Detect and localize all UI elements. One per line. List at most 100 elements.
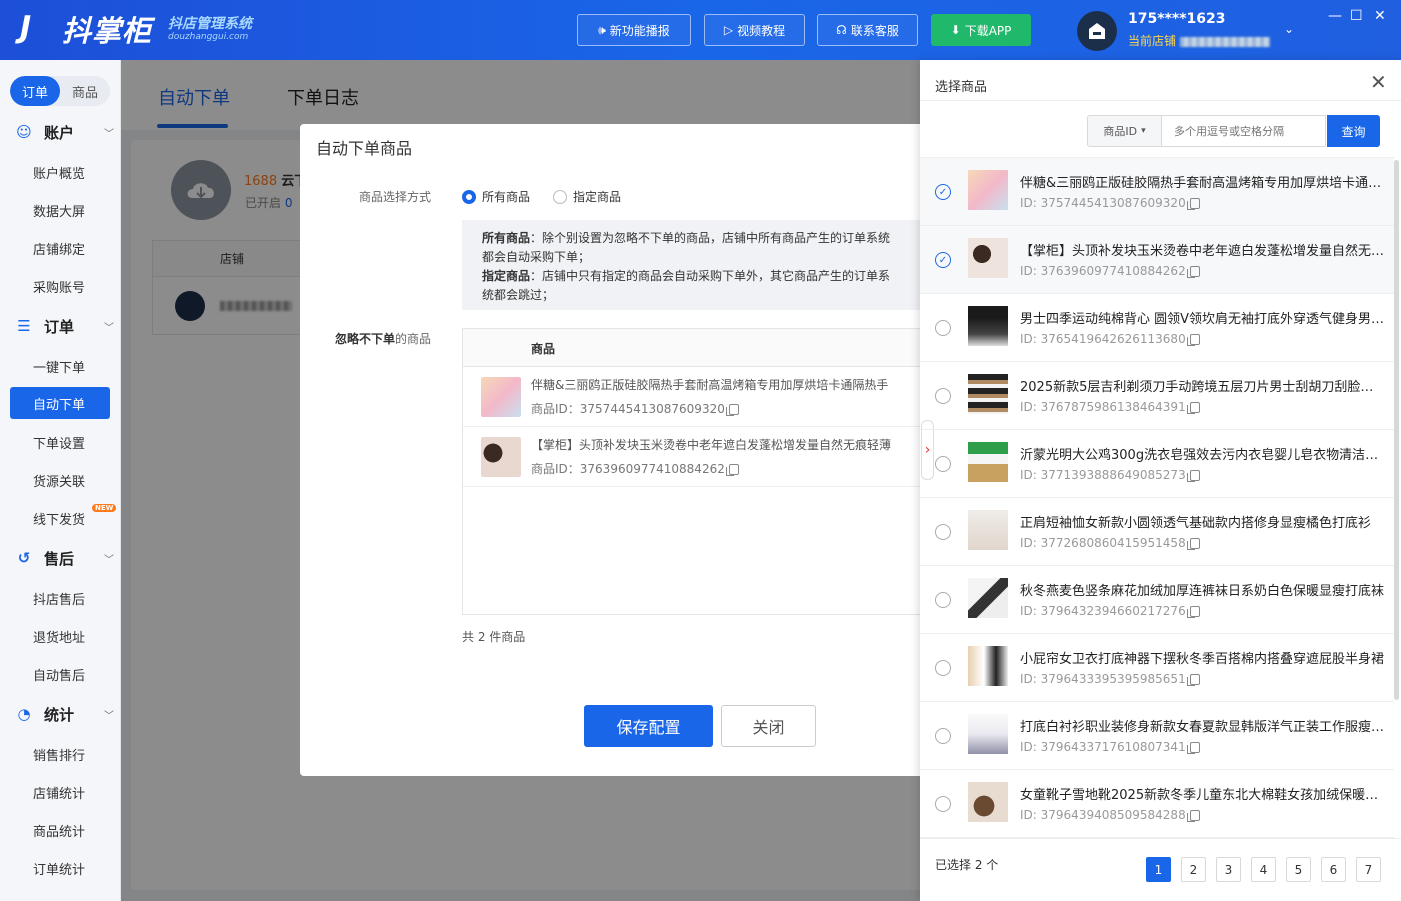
search-field-select[interactable]: 商品ID ▾ (1087, 115, 1162, 147)
copy-icon[interactable] (1186, 674, 1200, 686)
sidebar-item-return-address[interactable]: 退货地址 (10, 620, 110, 652)
ignore-label: 忽略不下单的商品 (334, 332, 431, 346)
copy-icon[interactable] (1186, 334, 1200, 346)
sidebar-item-account-overview[interactable]: 账户概览 (10, 156, 110, 188)
copy-icon[interactable] (1186, 742, 1200, 754)
sidebar-item-order-stats[interactable]: 订单统计 (10, 852, 110, 884)
sidebar-segment: 订单 商品 (10, 76, 110, 106)
product-id: ID: 3765419642626113680 (1020, 332, 1200, 346)
chevron-down-icon: ﹀ (104, 322, 114, 334)
product-name: 伴糖&三丽鸥正版硅胶隔热手套耐高温烤箱专用加厚烘培卡通隔热手 (1020, 176, 1386, 191)
copy-icon[interactable] (1186, 402, 1200, 414)
sidebar-item-auto-order[interactable]: 自动下单 (10, 387, 110, 419)
page-button[interactable]: 5 (1286, 857, 1311, 882)
sidebar-item-source-link[interactable]: 货源关联 (10, 464, 110, 496)
product-thumbnail (481, 377, 521, 417)
copy-icon[interactable] (725, 464, 739, 476)
close-icon[interactable]: ✕ (1370, 70, 1387, 94)
checkbox-unchecked-icon[interactable] (935, 592, 951, 608)
search-input[interactable] (1162, 115, 1326, 147)
maximize-icon[interactable]: ☐ (1350, 8, 1363, 24)
page-button[interactable]: 3 (1216, 857, 1241, 882)
checkbox-checked-icon[interactable]: ✓ (935, 252, 951, 268)
segment-products[interactable]: 商品 (60, 76, 110, 106)
sidebar-item-shop-after-sales[interactable]: 抖店售后 (10, 582, 110, 614)
product-list-item[interactable]: 小屁帘女卫衣打底神器下摆秋冬季百搭棉内搭叠穿遮屁股半身裙 ID: 37964333… (920, 634, 1394, 702)
user-avatar[interactable] (1077, 11, 1117, 51)
checkbox-unchecked-icon[interactable] (935, 796, 951, 812)
sidebar-group-orders[interactable]: ☰ 订单 ﹀ (14, 314, 114, 338)
product-id: ID: 3763960977410884262 (1020, 264, 1200, 278)
checkbox-unchecked-icon[interactable] (935, 320, 951, 336)
download-app-button[interactable]: ⬇ 下载APP (931, 14, 1031, 46)
product-thumbnail (968, 510, 1008, 550)
close-window-icon[interactable]: ✕ (1374, 8, 1386, 24)
product-list-item[interactable]: ✓ 伴糖&三丽鸥正版硅胶隔热手套耐高温烤箱专用加厚烘培卡通隔热手 ID: 37574… (920, 158, 1394, 226)
scrollbar[interactable] (1394, 160, 1399, 700)
copy-icon[interactable] (725, 404, 739, 416)
checkbox-unchecked-icon[interactable] (935, 524, 951, 540)
sidebar-group-stats[interactable]: ◔ 统计 ﹀ (14, 702, 114, 726)
store-icon (1089, 23, 1105, 39)
sidebar-item-offline-ship[interactable]: 线下发货 NEW (10, 502, 117, 534)
page-button[interactable]: 7 (1356, 857, 1381, 882)
sidebar-group-after-sales[interactable]: ↺ 售后 ﹀ (14, 546, 114, 570)
copy-icon[interactable] (1186, 198, 1200, 210)
current-shop[interactable]: 当前店铺 (1128, 32, 1271, 49)
sidebar-item-auto-after-sales[interactable]: 自动售后 (10, 658, 110, 690)
page-button[interactable]: 1 (1146, 857, 1171, 882)
sidebar-group-account[interactable]: ☺ 账户 ﹀ (14, 120, 114, 144)
radio-unchecked-icon (553, 189, 567, 204)
sidebar-item-one-click-order[interactable]: 一键下单 (10, 350, 110, 382)
product-list-item[interactable]: ✓ 【掌柜】头顶补发块玉米烫卷中老年遮白发蓬松增发量自然无痕轻薄 ID: 37639… (920, 226, 1394, 294)
sidebar-item-order-settings[interactable]: 下单设置 (10, 426, 110, 458)
product-name: 正肩短袖恤女新款小圆领透气基础款内搭修身显瘦橘色打底衫 (1020, 516, 1372, 531)
sidebar-item-product-stats[interactable]: 商品统计 (10, 814, 110, 846)
sidebar-item-purchase-account[interactable]: 采购账号 (10, 270, 110, 302)
chevron-down-icon: ﹀ (104, 710, 114, 722)
sidebar-item-sales-rank[interactable]: 销售排行 (10, 738, 110, 770)
copy-icon[interactable] (1186, 810, 1200, 822)
close-dialog-button[interactable]: 关闭 (721, 705, 816, 747)
sidebar-item-shop-stats[interactable]: 店铺统计 (10, 776, 110, 808)
return-icon: ↺ (17, 549, 31, 567)
product-list-item[interactable]: 正肩短袖恤女新款小圆领透气基础款内搭修身显瘦橘色打底衫 ID: 377268086… (920, 498, 1394, 566)
copy-icon[interactable] (1186, 470, 1200, 482)
sidebar-item-data-screen[interactable]: 数据大屏 (10, 194, 110, 226)
product-list-item[interactable]: 沂蒙光明大公鸡300g洗衣皂强效去污内衣皂婴儿皂衣物清洁不伤手 ID: 37713… (920, 430, 1394, 498)
checkbox-unchecked-icon[interactable] (935, 660, 951, 676)
minimize-icon[interactable]: — (1328, 8, 1342, 24)
mode-option-specified[interactable]: 指定商品 (553, 188, 621, 205)
product-name: 小屁帘女卫衣打底神器下摆秋冬季百搭棉内搭叠穿遮屁股半身裙 (1020, 652, 1385, 667)
checkbox-unchecked-icon[interactable] (935, 388, 951, 404)
page-button[interactable]: 6 (1321, 857, 1346, 882)
chevron-down-icon: ▾ (1141, 126, 1146, 136)
page-button[interactable]: 4 (1251, 857, 1276, 882)
product-list-item[interactable]: 打底白衬衫职业装修身新款女春夏款显韩版洋气正装工作服瘦长袖 ID: 3796433… (920, 702, 1394, 770)
page-button[interactable]: 2 (1181, 857, 1206, 882)
product-list-item[interactable]: 秋冬燕麦色竖条麻花加绒加厚连裤袜日系奶白色保暖显瘦打底袜 ID: 37964323… (920, 566, 1394, 634)
save-config-button[interactable]: 保存配置 (584, 705, 713, 747)
drawer-title: 选择商品 (935, 80, 988, 95)
new-features-button[interactable]: 🕪 新功能播报 (577, 14, 691, 46)
copy-icon[interactable] (1186, 606, 1200, 618)
speaker-icon: 🕪 (598, 22, 606, 37)
checkbox-checked-icon[interactable]: ✓ (935, 184, 951, 200)
logo-name: 抖掌柜 (62, 14, 153, 48)
product-id: ID: 3772680860415951458 (1020, 536, 1200, 550)
video-tutorial-button[interactable]: ▷ 视频教程 (704, 14, 805, 46)
product-list-item[interactable]: 女童靴子雪地靴2025新款冬季儿童东北大棉鞋女孩加绒保暖短靴 ID: 379643… (920, 770, 1394, 838)
search-button[interactable]: 查询 (1327, 115, 1380, 147)
checkbox-unchecked-icon[interactable] (935, 728, 951, 744)
copy-icon[interactable] (1186, 538, 1200, 550)
segment-orders[interactable]: 订单 (10, 76, 60, 106)
ignored-products-table: 商品 伴糖&三丽鸥正版硅胶隔热手套耐高温烤箱专用加厚烘培卡通隔热手 商品ID：3… (462, 328, 922, 615)
user-menu-chevron-icon[interactable]: ⌄ (1284, 22, 1294, 36)
product-list-item[interactable]: 男士四季运动纯棉背心 圆领V领坎肩无袖打底外穿透气健身男士背心 ID: 37654… (920, 294, 1394, 362)
product-list-item[interactable]: 2025新款5层吉利剃须刀手动跨境五层刀片男士刮胡刀刮脸光头刀 ID: 37678… (920, 362, 1394, 430)
copy-icon[interactable] (1186, 266, 1200, 278)
mode-option-all[interactable]: 所有商品 (462, 188, 530, 205)
checkbox-unchecked-icon[interactable] (935, 456, 951, 472)
sidebar-item-shop-binding[interactable]: 店铺绑定 (10, 232, 110, 264)
contact-support-button[interactable]: ☊ 联系客服 (817, 14, 918, 46)
